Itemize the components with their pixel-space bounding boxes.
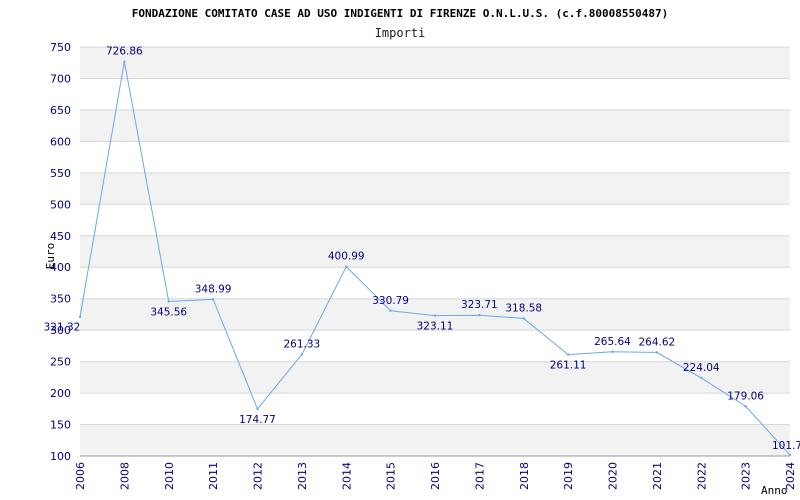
data-point xyxy=(167,300,170,303)
y-tick-label: 350 xyxy=(50,293,71,306)
y-tick-label: 750 xyxy=(50,41,71,54)
y-tick-label: 100 xyxy=(50,450,71,463)
data-point xyxy=(478,314,481,317)
data-label: 345.56 xyxy=(150,306,187,318)
data-label: 321.32 xyxy=(44,322,81,334)
data-point xyxy=(700,376,703,380)
data-label: 323.71 xyxy=(461,299,498,311)
data-label: 224.04 xyxy=(683,362,720,374)
y-axis-label: Euro xyxy=(44,243,57,270)
chart-subtitle: Importi xyxy=(375,26,426,40)
x-axis-ticks: 2006 2008 2010 2011 2012 2013 2014 2015 2016 2017… xyxy=(74,462,797,490)
x-tick-label: 2015 xyxy=(385,462,398,490)
y-tick-label: 500 xyxy=(50,198,71,211)
data-label: 265.64 xyxy=(594,336,631,348)
data-point xyxy=(123,60,126,63)
data-label: 264.62 xyxy=(639,336,676,348)
y-tick-label: 550 xyxy=(50,167,71,180)
x-tick-label: 2020 xyxy=(607,462,620,490)
data-label: 179.06 xyxy=(727,390,764,402)
data-label: 101.73 xyxy=(772,440,800,452)
data-label: 400.99 xyxy=(328,251,365,263)
data-point xyxy=(788,453,792,457)
data-label: 261.33 xyxy=(284,338,321,350)
grid-band xyxy=(80,109,790,142)
x-tick-label: 2021 xyxy=(651,462,664,490)
x-tick-label: 2006 xyxy=(74,462,87,490)
grid-bands xyxy=(80,47,790,456)
data-point xyxy=(611,350,614,353)
x-axis-label: Anno xyxy=(761,484,788,497)
data-point xyxy=(256,407,259,411)
x-tick-label: 2008 xyxy=(118,462,131,490)
y-tick-label: 250 xyxy=(50,356,71,369)
y-tick-label: 600 xyxy=(50,135,71,148)
data-point xyxy=(433,314,437,317)
x-tick-label: 2019 xyxy=(562,462,575,490)
x-tick-label: 2022 xyxy=(695,462,708,490)
y-tick-label: 450 xyxy=(50,230,71,243)
data-point xyxy=(522,317,525,320)
chart-title: FONDAZIONE COMITATO CASE AD USO INDIGENT… xyxy=(132,7,668,20)
y-tick-label: 650 xyxy=(50,104,71,117)
grid-band xyxy=(80,172,790,205)
y-tick-label: 200 xyxy=(50,387,71,400)
x-tick-label: 2010 xyxy=(163,462,176,490)
data-point xyxy=(744,405,747,408)
grid-band xyxy=(80,235,790,268)
line-chart: FONDAZIONE COMITATO CASE AD USO INDIGENT… xyxy=(44,7,800,497)
data-point xyxy=(655,351,659,354)
data-point xyxy=(300,353,304,356)
data-point xyxy=(78,315,82,318)
data-point xyxy=(566,353,570,356)
grid-band xyxy=(80,47,790,79)
data-label: 261.11 xyxy=(550,360,587,372)
data-point xyxy=(345,265,348,268)
data-label: 323.11 xyxy=(417,321,454,333)
grid-band xyxy=(80,424,790,456)
data-point xyxy=(389,309,392,312)
data-point xyxy=(211,298,215,301)
data-label: 174.77 xyxy=(239,414,276,426)
x-tick-label: 2013 xyxy=(296,462,309,490)
y-tick-label: 150 xyxy=(50,419,71,432)
x-tick-label: 2011 xyxy=(207,462,220,490)
data-label: 348.99 xyxy=(195,283,232,295)
data-label: 726.86 xyxy=(106,46,143,58)
x-tick-label: 2012 xyxy=(252,462,265,490)
x-tick-label: 2017 xyxy=(473,462,486,490)
y-tick-label: 700 xyxy=(50,72,71,85)
data-label: 318.58 xyxy=(505,302,542,314)
x-tick-label: 2018 xyxy=(518,462,531,490)
x-tick-label: 2023 xyxy=(740,462,753,490)
x-tick-label: 2014 xyxy=(340,462,353,490)
x-tick-label: 2016 xyxy=(429,462,442,490)
data-label: 330.79 xyxy=(372,295,409,307)
